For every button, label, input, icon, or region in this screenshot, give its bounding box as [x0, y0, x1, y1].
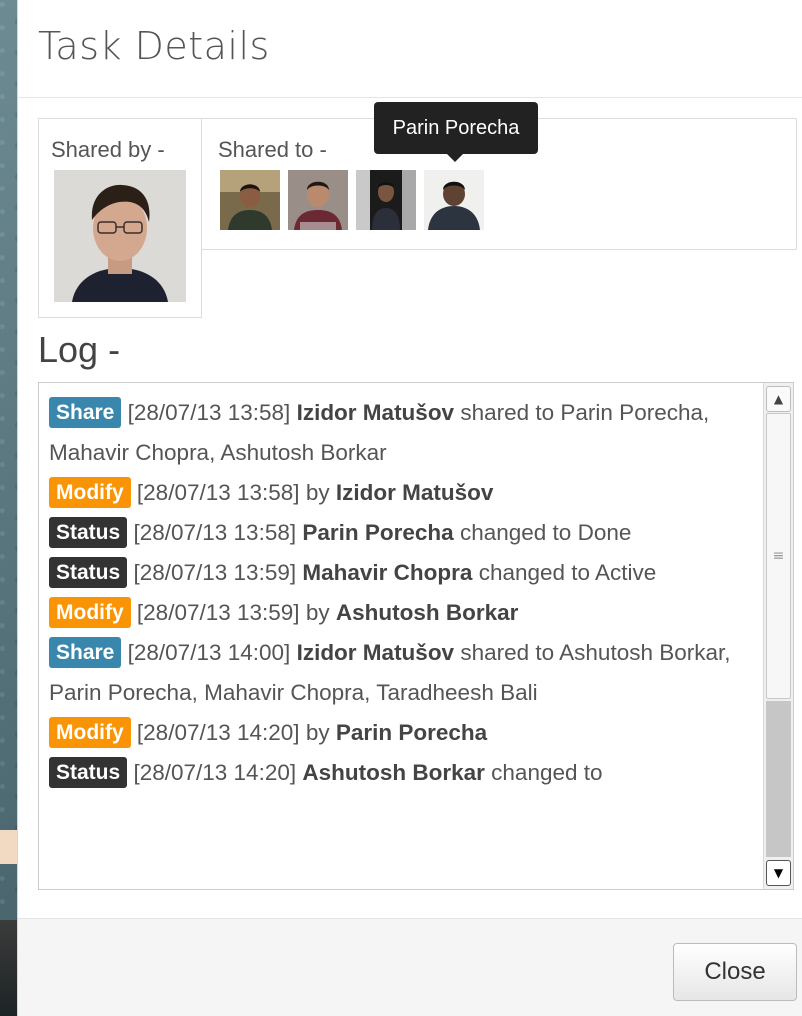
close-button[interactable]: Close — [673, 943, 797, 1001]
log-scrollbar[interactable]: ▲ ≡ ▼ — [763, 383, 793, 889]
modify-badge: Modify — [49, 477, 131, 508]
shared-user-avatar[interactable] — [356, 170, 416, 230]
shared-user-avatar-image — [288, 170, 348, 230]
shared-by-panel: Shared by - — [38, 118, 202, 318]
log-actor: Parin Porecha — [335, 720, 488, 745]
task-details-modal: Task Details Shared by - Shared to - Par… — [17, 0, 802, 1016]
status-badge: Status — [49, 557, 128, 588]
modify-badge: Modify — [49, 597, 131, 628]
share-badge: Share — [49, 397, 122, 428]
scroll-grip-icon: ≡ — [772, 548, 785, 564]
shared-user-avatar[interactable] — [288, 170, 348, 230]
scroll-up-arrow-icon[interactable]: ▲ — [766, 386, 791, 412]
scroll-down-arrow-icon[interactable]: ▼ — [766, 860, 791, 886]
log-actor: Mahavir Chopra — [302, 560, 473, 585]
shared-by-label: Shared by - — [51, 137, 165, 162]
log-prefix: by — [305, 600, 330, 625]
shared-user-avatar-image — [356, 170, 416, 230]
log-list: Share [28/07/13 13:58] Izidor Matušov sh… — [49, 393, 761, 793]
log-actor: Parin Porecha — [302, 520, 454, 545]
owner-avatar-image — [54, 170, 186, 302]
background-fragment — [0, 920, 18, 1016]
log-scroll-area[interactable]: Share [28/07/13 13:58] Izidor Matušov sh… — [38, 382, 794, 890]
log-entry: Modify [28/07/13 13:59] by Ashutosh Bork… — [49, 593, 761, 633]
log-timestamp: [28/07/13 13:59] — [136, 600, 300, 625]
shared-to-label: Shared to - — [218, 137, 327, 162]
log-timestamp: [28/07/13 13:59] — [133, 560, 297, 585]
modal-footer: Close — [18, 918, 802, 1016]
log-timestamp: [28/07/13 13:58] — [127, 400, 291, 425]
log-prefix: by — [305, 720, 330, 745]
log-text: changed to — [491, 760, 603, 785]
log-entry: Share [28/07/13 14:00] Izidor Matušov sh… — [49, 633, 761, 713]
background-fragment — [0, 830, 18, 864]
log-timestamp: [28/07/13 14:20] — [136, 720, 300, 745]
scroll-track[interactable] — [766, 701, 791, 857]
share-badge: Share — [49, 637, 122, 668]
scroll-thumb[interactable]: ≡ — [766, 413, 791, 699]
owner-avatar[interactable] — [54, 170, 186, 302]
log-title: Log - — [38, 329, 121, 370]
log-entry: Share [28/07/13 13:58] Izidor Matušov sh… — [49, 393, 761, 473]
status-badge: Status — [49, 517, 128, 548]
log-actor: Ashutosh Borkar — [335, 600, 519, 625]
log-timestamp: [28/07/13 14:20] — [133, 760, 297, 785]
log-actor: Izidor Matušov — [296, 640, 455, 665]
log-entry: Modify [28/07/13 13:58] by Izidor Matušo… — [49, 473, 761, 513]
log-text: changed to Active — [478, 560, 657, 585]
status-badge: Status — [49, 757, 128, 788]
log-text: changed to Done — [459, 520, 632, 545]
log-entry: Status [28/07/13 13:58] Parin Porecha ch… — [49, 513, 761, 553]
log-actor: Izidor Matušov — [335, 480, 494, 505]
log-entry: Status [28/07/13 14:20] Ashutosh Borkar … — [49, 753, 761, 793]
modal-title: Task Details — [38, 24, 270, 68]
log-actor: Ashutosh Borkar — [302, 760, 485, 785]
shared-user-avatar-image — [220, 170, 280, 230]
tooltip-arrow — [446, 153, 464, 162]
modify-badge: Modify — [49, 717, 131, 748]
log-timestamp: [28/07/13 14:00] — [127, 640, 291, 665]
shared-user-avatar-parin[interactable] — [424, 170, 484, 230]
shared-user-avatar[interactable] — [220, 170, 280, 230]
log-entry: Status [28/07/13 13:59] Mahavir Chopra c… — [49, 553, 761, 593]
avatar-tooltip: Parin Porecha — [374, 102, 538, 154]
log-prefix: by — [305, 480, 330, 505]
modal-header: Task Details — [18, 0, 802, 98]
log-actor: Izidor Matušov — [296, 400, 455, 425]
log-timestamp: [28/07/13 13:58] — [136, 480, 300, 505]
shared-user-avatar-image — [424, 170, 484, 230]
modal-body: Shared by - Shared to - Parin Porecha Lo… — [18, 98, 802, 918]
log-timestamp: [28/07/13 13:58] — [133, 520, 297, 545]
log-entry: Modify [28/07/13 14:20] by Parin Porecha — [49, 713, 761, 753]
